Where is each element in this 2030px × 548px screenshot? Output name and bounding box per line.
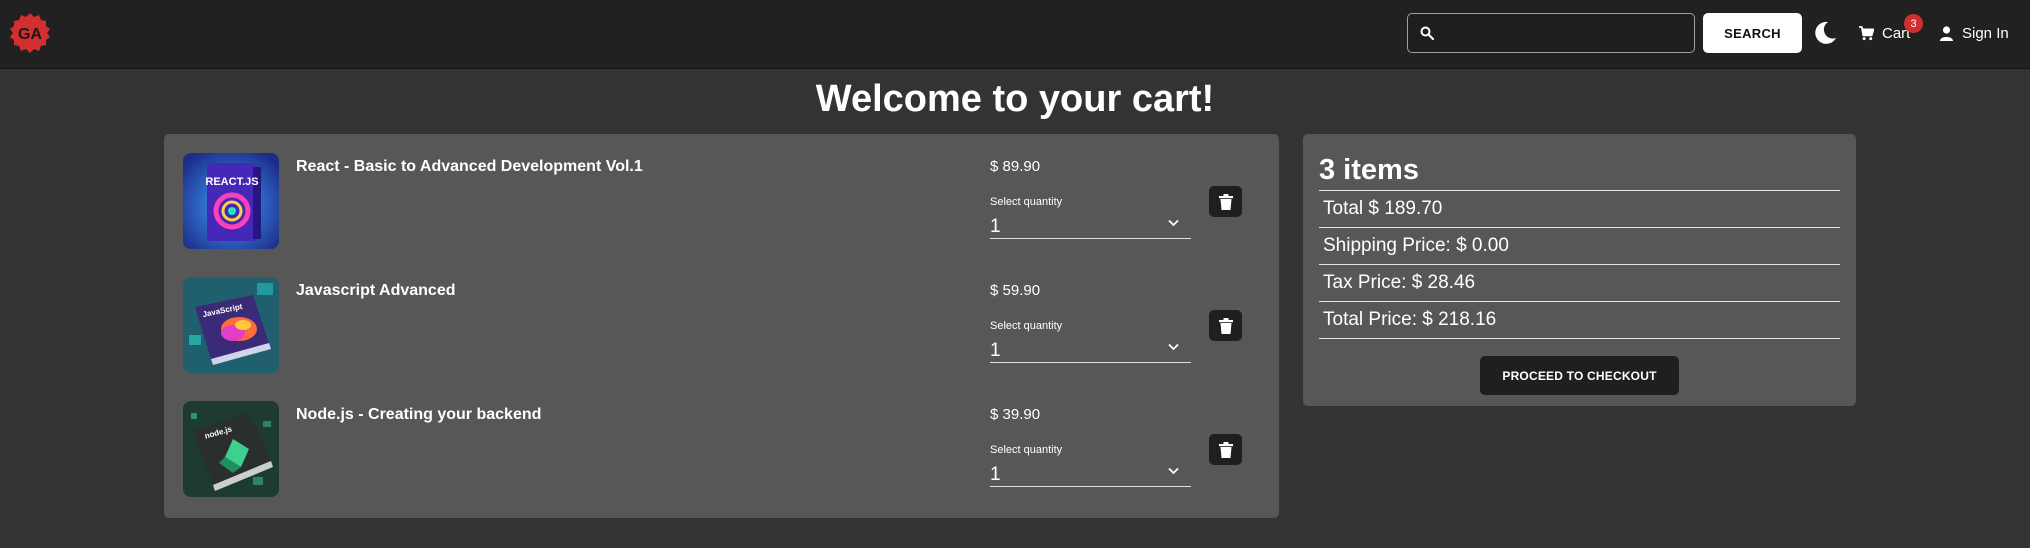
search-box [1407, 13, 1695, 53]
summary-shipping-row: Shipping Price: $ 0.00 [1319, 227, 1840, 264]
summary-tax-row: Tax Price: $ 28.46 [1319, 264, 1840, 301]
quantity-label: Select quantity [990, 320, 1063, 332]
quantity-select[interactable]: 1 [990, 210, 1191, 239]
logo-text: GA [18, 26, 42, 43]
summary-shipping: Shipping Price: $ 0.00 [1323, 235, 1509, 256]
search-icon [1420, 26, 1434, 40]
search-input[interactable] [1442, 18, 1686, 48]
quantity-value: 1 [990, 464, 1001, 485]
divider [1319, 338, 1840, 339]
chevron-down-icon [1168, 343, 1179, 351]
user-icon [1940, 25, 1953, 41]
summary-total-price: Total Price: $ 218.16 [1323, 309, 1497, 330]
page-title: Welcome to your cart! [815, 78, 1215, 120]
sign-in-label: Sign In [1962, 24, 2009, 42]
moon-icon[interactable] [1812, 20, 1838, 46]
order-summary-panel: 3 items Total $ 189.70 Shipping Price: $… [1303, 134, 1856, 406]
cart-icon [1859, 25, 1874, 40]
trash-icon [1218, 441, 1233, 458]
product-image[interactable]: REACT.JS [183, 153, 279, 249]
item-price: $ 89.90 [990, 158, 1041, 175]
summary-tax: Tax Price: $ 28.46 [1323, 272, 1476, 293]
item-price: $ 59.90 [990, 282, 1041, 299]
cart-count-badge: 3 [1904, 14, 1923, 33]
summary-subtotal-row: Total $ 189.70 [1319, 190, 1840, 227]
cart-item: node.js Node.js - Creating your backend … [164, 382, 1279, 506]
search-button[interactable]: SEARCH [1703, 13, 1802, 53]
delete-item-button[interactable] [1209, 310, 1242, 341]
quantity-select[interactable]: 1 [990, 458, 1191, 487]
quantity-value: 1 [990, 216, 1001, 237]
items-count: 3 items [1319, 154, 1419, 186]
delete-item-button[interactable] [1209, 434, 1242, 465]
quantity-value: 1 [990, 340, 1001, 361]
sign-in-link[interactable]: Sign In [1940, 22, 2009, 44]
cart-item: JavaScript Javascript Advanced $ 59.90 S… [164, 258, 1279, 382]
cart-link[interactable]: Cart [1859, 22, 1910, 44]
chevron-down-icon [1168, 467, 1179, 475]
ga-logo[interactable]: GA [9, 12, 51, 54]
item-price: $ 39.90 [990, 406, 1041, 423]
product-image[interactable]: JavaScript [183, 277, 279, 373]
proceed-to-checkout-button[interactable]: PROCEED TO CHECKOUT [1480, 356, 1679, 395]
navbar: GA SEARCH Cart 3 Sign In [0, 0, 2030, 69]
quantity-select[interactable]: 1 [990, 334, 1191, 363]
cover-text: REACT.JS [205, 176, 258, 188]
chevron-down-icon [1168, 219, 1179, 227]
item-name[interactable]: Javascript Advanced [296, 282, 455, 300]
summary-subtotal: Total $ 189.70 [1323, 198, 1443, 219]
summary-total-row: Total Price: $ 218.16 [1319, 301, 1840, 338]
cart-item: REACT.JS React - Basic to Advanced Devel… [164, 134, 1279, 258]
item-name[interactable]: Node.js - Creating your backend [296, 406, 541, 424]
product-image[interactable]: node.js [183, 401, 279, 497]
quantity-label: Select quantity [990, 444, 1063, 456]
item-name[interactable]: React - Basic to Advanced Development Vo… [296, 158, 643, 176]
delete-item-button[interactable] [1209, 186, 1242, 217]
trash-icon [1218, 193, 1233, 210]
cart-items-panel: REACT.JS React - Basic to Advanced Devel… [164, 134, 1279, 518]
quantity-label: Select quantity [990, 196, 1063, 208]
trash-icon [1218, 317, 1233, 334]
